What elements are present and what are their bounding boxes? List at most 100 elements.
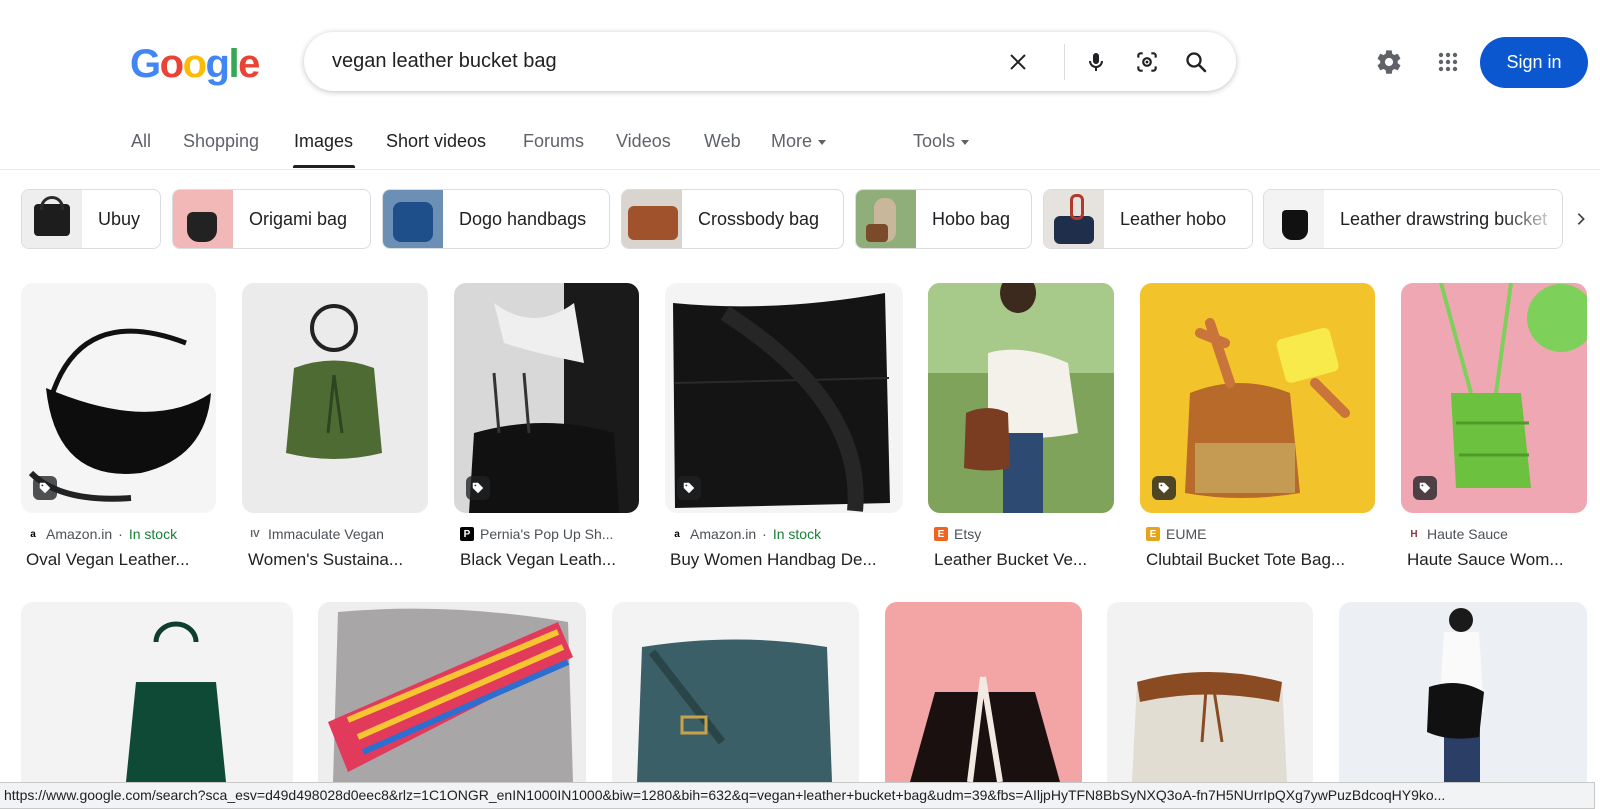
chip-thumbnail (1264, 190, 1324, 248)
tab-forums[interactable]: Forums (523, 131, 584, 152)
tab-shopping[interactable]: Shopping (183, 131, 259, 152)
chip-hobo-bag[interactable]: Hobo bag (855, 189, 1032, 249)
separator-dot: · (762, 526, 767, 542)
result-title[interactable]: Clubtail Bucket Tote Bag... (1146, 550, 1381, 570)
price-tag-icon (1413, 476, 1437, 500)
search-tabs: All Shopping Images Short videos Forums … (0, 126, 1600, 170)
chevron-right-icon[interactable] (1566, 204, 1596, 234)
stock-status: In stock (772, 526, 822, 542)
tab-more-label: More (771, 131, 813, 151)
result-source[interactable]: a Amazon.in · In stock (670, 526, 821, 542)
tab-tools-label: Tools (913, 131, 956, 151)
source-name: Etsy (954, 526, 982, 542)
result-title[interactable]: Leather Bucket Ve... (934, 550, 1120, 570)
immaculate-vegan-favicon-icon: IV (250, 528, 260, 540)
result-image (1339, 602, 1587, 782)
chip-thumbnail (622, 190, 682, 248)
chip-leather-drawstring-bucket[interactable]: Leather drawstring bucket (1263, 189, 1563, 249)
image-result[interactable] (1339, 602, 1587, 782)
result-source[interactable]: E EUME (1146, 526, 1206, 542)
logo-letter-l: l (228, 42, 239, 86)
amazon-favicon-icon: a (674, 528, 680, 540)
chip-leather-hobo[interactable]: Leather hobo (1043, 189, 1253, 249)
search-divider (1064, 44, 1065, 80)
image-result[interactable] (665, 283, 903, 513)
clear-icon[interactable] (1002, 46, 1034, 78)
chip-origami-bag[interactable]: Origami bag (172, 189, 371, 249)
chip-thumbnail (383, 190, 443, 248)
image-result[interactable] (1107, 602, 1313, 782)
result-source[interactable]: P Pernia's Pop Up Sh... (460, 526, 613, 542)
image-result[interactable] (454, 283, 639, 513)
source-name: Amazon.in (46, 526, 113, 542)
logo-letter-e: e (238, 42, 260, 86)
search-input[interactable]: vegan leather bucket bag (332, 50, 557, 73)
tab-web[interactable]: Web (704, 131, 741, 152)
tab-tools[interactable]: Tools (913, 131, 970, 152)
result-source[interactable]: H Haute Sauce (1407, 526, 1508, 542)
caret-down-icon (961, 139, 970, 145)
logo-letter-g2: g (205, 42, 230, 86)
image-result[interactable] (1401, 283, 1587, 513)
source-name: EUME (1166, 526, 1207, 542)
result-title[interactable]: Black Vegan Leath... (460, 550, 645, 570)
eume-favicon-icon: E (1146, 527, 1160, 541)
haute-sauce-favicon-icon: H (1410, 528, 1418, 540)
image-result[interactable] (928, 283, 1114, 513)
result-title[interactable]: Haute Sauce Wom... (1407, 550, 1593, 570)
etsy-favicon-icon: E (934, 527, 948, 541)
result-image (928, 283, 1114, 513)
result-image (885, 602, 1082, 782)
result-title[interactable]: Oval Vegan Leather... (26, 550, 221, 570)
chip-dogo-handbags[interactable]: Dogo handbags (382, 189, 610, 249)
chip-thumbnail (856, 190, 916, 248)
chip-fade (1502, 190, 1562, 248)
logo-letter-o1: o (159, 42, 184, 86)
image-result[interactable] (21, 602, 293, 782)
image-result[interactable] (612, 602, 859, 782)
active-tab-indicator (293, 165, 355, 168)
separator-dot: · (118, 526, 123, 542)
tab-images[interactable]: Images (294, 131, 353, 152)
source-name: Amazon.in (690, 526, 757, 542)
result-title[interactable]: Women's Sustaina... (248, 550, 434, 570)
image-result[interactable] (1140, 283, 1375, 513)
result-image (318, 602, 586, 782)
chip-label: Ubuy (98, 208, 141, 229)
result-source[interactable]: E Etsy (934, 526, 981, 542)
result-image (612, 602, 859, 782)
result-source[interactable]: a Amazon.in · In stock (26, 526, 177, 542)
gear-icon[interactable] (1371, 44, 1407, 80)
image-result[interactable] (242, 283, 428, 513)
tab-more[interactable]: More (771, 131, 827, 152)
chip-label: Hobo bag (932, 208, 1011, 229)
microphone-icon[interactable] (1080, 46, 1112, 78)
logo-letter-o2: o (182, 42, 207, 86)
apps-grid-icon[interactable] (1430, 44, 1466, 80)
logo-letter-g: G (130, 42, 161, 86)
result-image (665, 283, 903, 513)
image-result[interactable] (318, 602, 586, 782)
sign-in-button[interactable]: Sign in (1480, 37, 1588, 88)
stock-status: In stock (128, 526, 178, 542)
result-image (1107, 602, 1313, 782)
result-image (21, 602, 293, 782)
status-bar-url: https://www.google.com/search?sca_esv=d4… (0, 782, 1595, 809)
price-tag-icon (33, 476, 57, 500)
result-title[interactable]: Buy Women Handbag De... (670, 550, 908, 570)
tab-all[interactable]: All (131, 131, 151, 152)
search-box[interactable]: vegan leather bucket bag (304, 32, 1236, 91)
price-tag-icon (677, 476, 701, 500)
amazon-favicon-icon: a (30, 528, 36, 540)
image-result[interactable] (21, 283, 216, 513)
tab-short-videos[interactable]: Short videos (386, 131, 486, 152)
tab-videos[interactable]: Videos (616, 131, 671, 152)
lens-icon[interactable] (1131, 46, 1163, 78)
google-logo[interactable]: Google (130, 42, 260, 87)
source-name: Immaculate Vegan (268, 526, 384, 542)
image-result[interactable] (885, 602, 1082, 782)
search-icon[interactable] (1180, 46, 1212, 78)
chip-crossbody-bag[interactable]: Crossbody bag (621, 189, 844, 249)
chip-ubuy[interactable]: Ubuy (21, 189, 161, 249)
result-source[interactable]: IV Immaculate Vegan (248, 526, 384, 542)
